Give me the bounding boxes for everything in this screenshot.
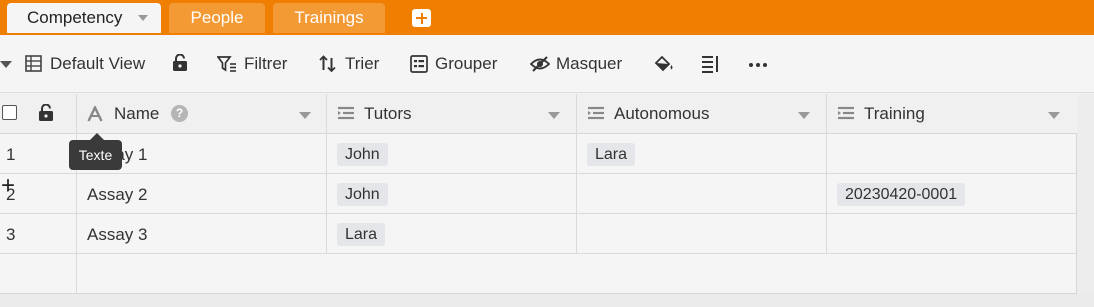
table-row[interactable]: 1 Assay 1 John Lara — [0, 134, 1077, 174]
name-value: Assay 2 — [87, 185, 148, 204]
tab-trainings-label: Trainings — [294, 8, 364, 27]
lock-open-icon — [173, 54, 187, 71]
column-header-training[interactable]: Training — [827, 94, 1077, 134]
tab-people-label: People — [190, 8, 244, 27]
link-column-icon — [338, 106, 354, 120]
filter-button[interactable]: Filtrer — [217, 53, 297, 75]
chevron-down-icon[interactable] — [798, 112, 810, 119]
group-button[interactable]: Grouper — [410, 53, 505, 75]
row-height-icon — [702, 56, 718, 73]
add-row-cell[interactable] — [0, 254, 77, 294]
more-options-button[interactable] — [748, 53, 770, 75]
column-header-autonomous[interactable]: Autonomous — [577, 94, 827, 134]
table-tab-bar: Competency People Trainings — [0, 0, 1094, 35]
header-controls — [0, 94, 77, 134]
row-number-cell: 3 — [0, 214, 77, 254]
table-row[interactable]: 2 Assay 2 John 20230420-0001 — [0, 174, 1077, 214]
chevron-down-icon[interactable] — [1048, 112, 1060, 119]
tooltip-arrow — [90, 133, 104, 140]
group-icon — [410, 55, 428, 73]
row-number: 3 — [6, 225, 16, 244]
lock-view-button[interactable] — [172, 53, 190, 75]
link-column-icon — [588, 106, 604, 120]
sort-icon — [319, 55, 336, 73]
select-all-checkbox[interactable] — [2, 105, 17, 120]
autonomous-cell[interactable]: Lara — [577, 134, 827, 174]
chevron-down-icon[interactable] — [548, 112, 560, 119]
ellipsis-icon — [749, 63, 767, 67]
row-number-cell: 1 — [0, 134, 77, 174]
link-tag[interactable]: 20230420-0001 — [837, 183, 966, 206]
link-column-icon — [838, 106, 854, 120]
view-selector-button[interactable]: Default View — [25, 53, 155, 75]
column-autonomous-label: Autonomous — [614, 104, 710, 123]
hide-label: Masquer — [556, 54, 623, 73]
add-row-button[interactable]: + — [1, 172, 15, 200]
grid-header: Name ? Tutors Autonomous Training — [0, 94, 1077, 134]
name-cell[interactable]: Assay 3 — [77, 214, 327, 254]
name-cell[interactable]: Assay 2 — [77, 174, 327, 214]
column-training-label: Training — [864, 104, 925, 123]
paint-bucket-icon — [654, 55, 673, 72]
view-name: Default View — [50, 54, 146, 73]
name-value: Assay 3 — [87, 225, 148, 244]
chevron-down-icon[interactable] — [299, 112, 311, 119]
add-table-button[interactable] — [412, 9, 431, 27]
sort-button[interactable]: Trier — [319, 53, 385, 75]
bottom-scroll-area — [0, 294, 1094, 307]
lock-open-icon[interactable] — [38, 104, 54, 122]
hide-columns-button[interactable]: Masquer — [530, 53, 630, 75]
link-tag[interactable]: Lara — [587, 143, 636, 166]
link-tag[interactable]: Lara — [337, 223, 386, 246]
tab-competency[interactable]: Competency — [7, 3, 161, 33]
tab-competency-label: Competency — [27, 8, 123, 27]
tutors-cell[interactable]: John — [327, 174, 577, 214]
filter-label: Filtrer — [244, 54, 288, 73]
tab-people[interactable]: People — [169, 3, 265, 33]
training-cell[interactable]: 20230420-0001 — [827, 174, 1077, 214]
row-number: 1 — [6, 145, 16, 164]
tutors-cell[interactable]: Lara — [327, 214, 577, 254]
tutors-cell[interactable]: John — [327, 134, 577, 174]
training-cell[interactable] — [827, 134, 1077, 174]
group-label: Grouper — [435, 54, 498, 73]
eye-slash-icon — [530, 56, 550, 72]
text-type-icon — [87, 106, 103, 122]
filter-icon — [217, 56, 236, 72]
sort-label: Trier — [345, 54, 380, 73]
link-tag[interactable]: John — [337, 143, 388, 166]
grid-right-gutter — [1077, 94, 1094, 294]
column-tutors-label: Tutors — [364, 104, 412, 123]
column-name-label: Name — [114, 104, 160, 123]
chevron-down-icon[interactable] — [138, 15, 148, 21]
autonomous-cell[interactable] — [577, 174, 827, 214]
autonomous-cell[interactable] — [577, 214, 827, 254]
row-height-button[interactable] — [701, 53, 721, 75]
link-tag[interactable]: John — [337, 183, 388, 206]
training-cell[interactable] — [827, 214, 1077, 254]
column-type-tooltip: Texte — [69, 140, 122, 170]
table-row[interactable]: 3 Assay 3 Lara — [0, 214, 1077, 254]
column-header-name[interactable]: Name ? — [77, 94, 327, 134]
column-header-tutors[interactable]: Tutors — [327, 94, 577, 134]
view-toolbar: Default View Filtrer Trier Grouper Masqu… — [0, 35, 1094, 93]
data-grid: Name ? Tutors Autonomous Training 1 1 Jo… — [0, 94, 1077, 294]
tab-trainings[interactable]: Trainings — [273, 3, 385, 33]
table-grid-icon — [25, 55, 42, 72]
collapse-caret-icon[interactable] — [0, 61, 12, 68]
help-icon[interactable]: ? — [171, 105, 188, 122]
row-color-button[interactable] — [653, 53, 675, 75]
